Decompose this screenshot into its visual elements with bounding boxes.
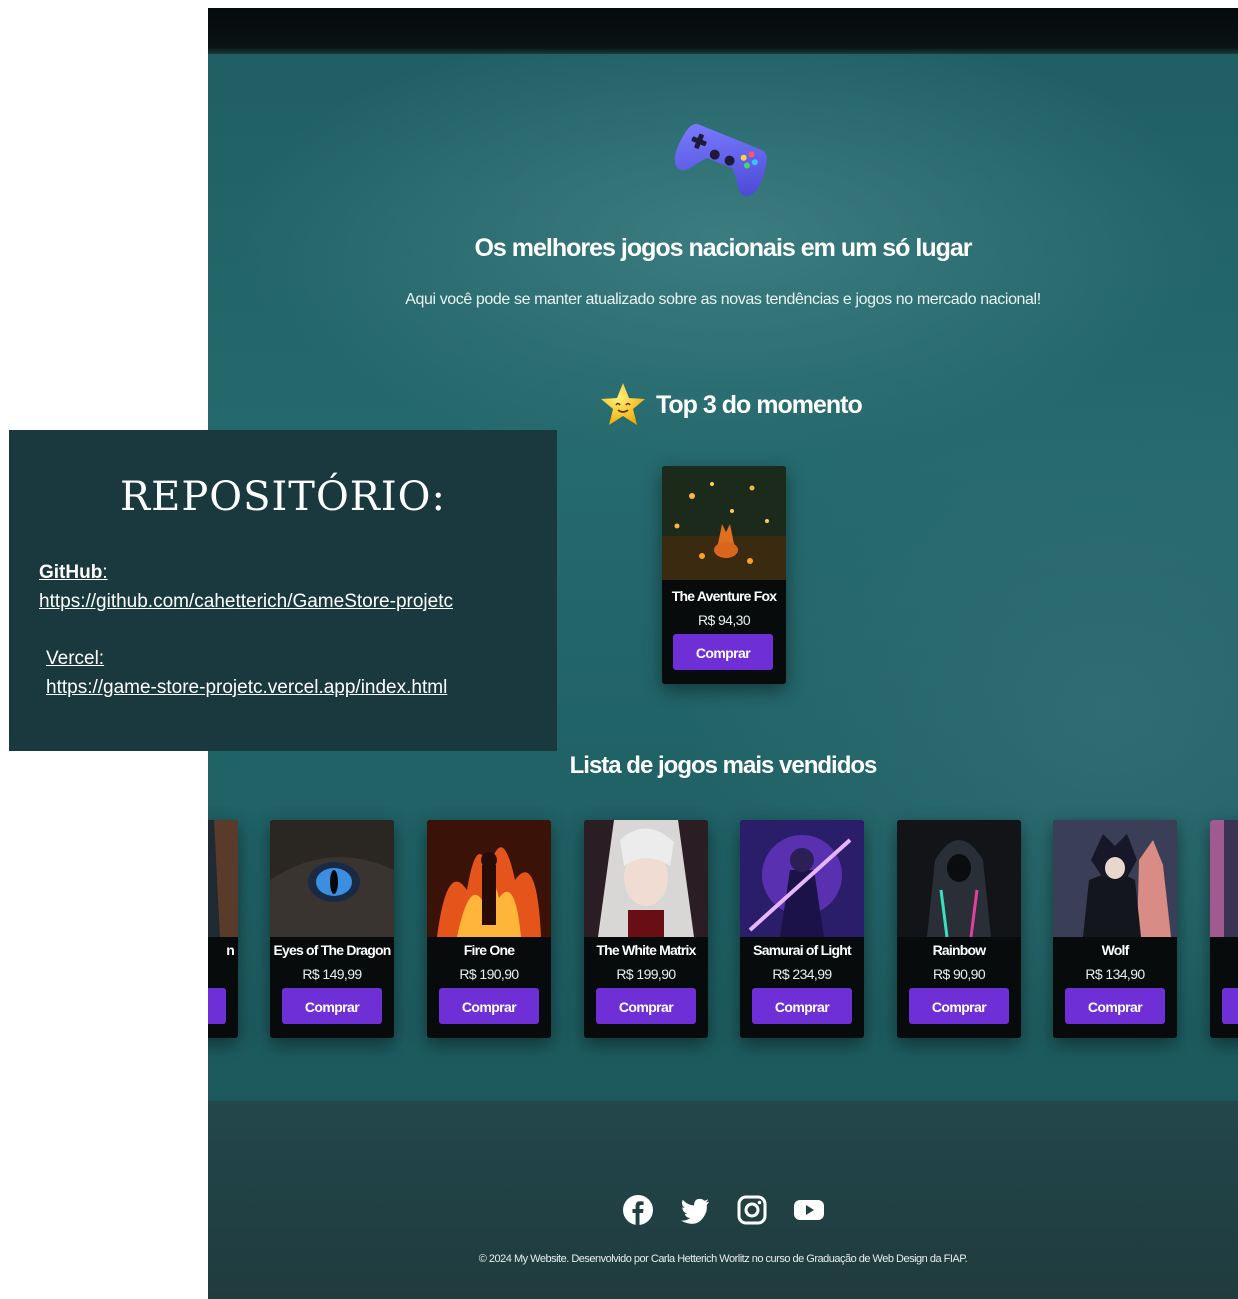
fire-artwork [427, 820, 551, 937]
github-label: GitHub: [39, 562, 108, 584]
game-title: Rainbow [932, 942, 987, 958]
hero-title: Os melhores jogos nacionais em um só lug… [474, 234, 972, 262]
game-card: Samurai of Light R$ 234,99 Comprar [740, 820, 864, 1038]
gamepad-icon [674, 124, 767, 196]
game-price: R$ 234,99 [772, 966, 832, 982]
youtube-icon[interactable] [793, 1194, 825, 1226]
white-haired-character-artwork [584, 820, 708, 937]
game-price: R$ 190,90 [459, 966, 519, 982]
buy-button[interactable]: Comprar [909, 988, 1009, 1024]
game-card: Eyes of The Dragon R$ 149,99 Comprar [270, 820, 394, 1038]
game-title: The White Matrix [596, 942, 696, 958]
vercel-label: Vercel: [46, 648, 105, 669]
hero-subtitle: Aqui você pode se manter atualizado sobr… [405, 291, 1041, 308]
game-title: n [226, 942, 235, 958]
game-card: Rainbow R$ 90,90 Comprar [897, 820, 1021, 1038]
game-artwork [208, 820, 238, 937]
github-label-text: GitHub [39, 562, 103, 583]
buy-button[interactable] [208, 988, 226, 1024]
top-navbar [208, 8, 1238, 54]
game-card: Wolf R$ 134,90 Comprar [1053, 820, 1177, 1038]
dragon-eye-artwork [270, 820, 394, 937]
copyright-text: © 2024 My Website. Desenvolvido por Carl… [478, 1253, 968, 1265]
social-links [622, 1194, 850, 1226]
game-price: R$ 134,90 [1085, 966, 1145, 982]
top3-heading: Top 3 do momento [598, 380, 863, 430]
buy-button[interactable]: Comprar [282, 988, 382, 1024]
bestsellers-title: Lista de jogos mais vendidos [569, 752, 878, 779]
game-price: R$ 149,99 [302, 966, 362, 982]
vercel-link[interactable]: https://game-store-projetc.vercel.app/in… [46, 677, 447, 699]
buy-button[interactable]: Comprar [439, 988, 539, 1024]
repository-panel: REPOSITÓRIO: GitHub: https://github.com/… [9, 430, 557, 751]
buy-button[interactable]: Comprar [1065, 988, 1165, 1024]
repository-heading: REPOSITÓRIO: [120, 474, 446, 520]
hooded-figure-artwork [897, 820, 1021, 937]
featured-game-card: The Aventure Fox R$ 94,30 Comprar [662, 466, 786, 684]
game-title: Wolf [1101, 942, 1130, 958]
wolf-warrior-artwork [1053, 820, 1177, 937]
game-title: Eyes of The Dragon [273, 942, 391, 958]
instagram-icon[interactable] [736, 1194, 768, 1226]
game-card [1210, 820, 1238, 1038]
star-icon [601, 383, 645, 425]
game-card: n [208, 820, 238, 1038]
github-label-colon: : [102, 562, 108, 583]
game-card: Fire One R$ 190,90 Comprar [427, 820, 551, 1038]
game-card: The White Matrix R$ 199,90 Comprar [584, 820, 708, 1038]
game-artwork [1210, 820, 1238, 937]
game-price: R$ 199,90 [616, 966, 676, 982]
featured-game-price: R$ 94,30 [697, 612, 751, 628]
game-title: Fire One [463, 942, 515, 958]
game-price: R$ 90,90 [932, 966, 986, 982]
buy-button[interactable] [1222, 988, 1238, 1024]
featured-buy-button[interactable]: Comprar [673, 634, 773, 670]
buy-button[interactable]: Comprar [596, 988, 696, 1024]
game-title: Samurai of Light [753, 942, 851, 958]
samurai-artwork [740, 820, 864, 937]
buy-button[interactable]: Comprar [752, 988, 852, 1024]
featured-game-title: The Aventure Fox [671, 588, 777, 604]
fox-game-artwork [662, 466, 786, 580]
github-link[interactable]: https://github.com/cahetterich/GameStore… [39, 591, 453, 613]
facebook-icon[interactable] [622, 1194, 654, 1226]
top3-title: Top 3 do momento [656, 390, 863, 419]
twitter-icon[interactable] [679, 1194, 711, 1226]
